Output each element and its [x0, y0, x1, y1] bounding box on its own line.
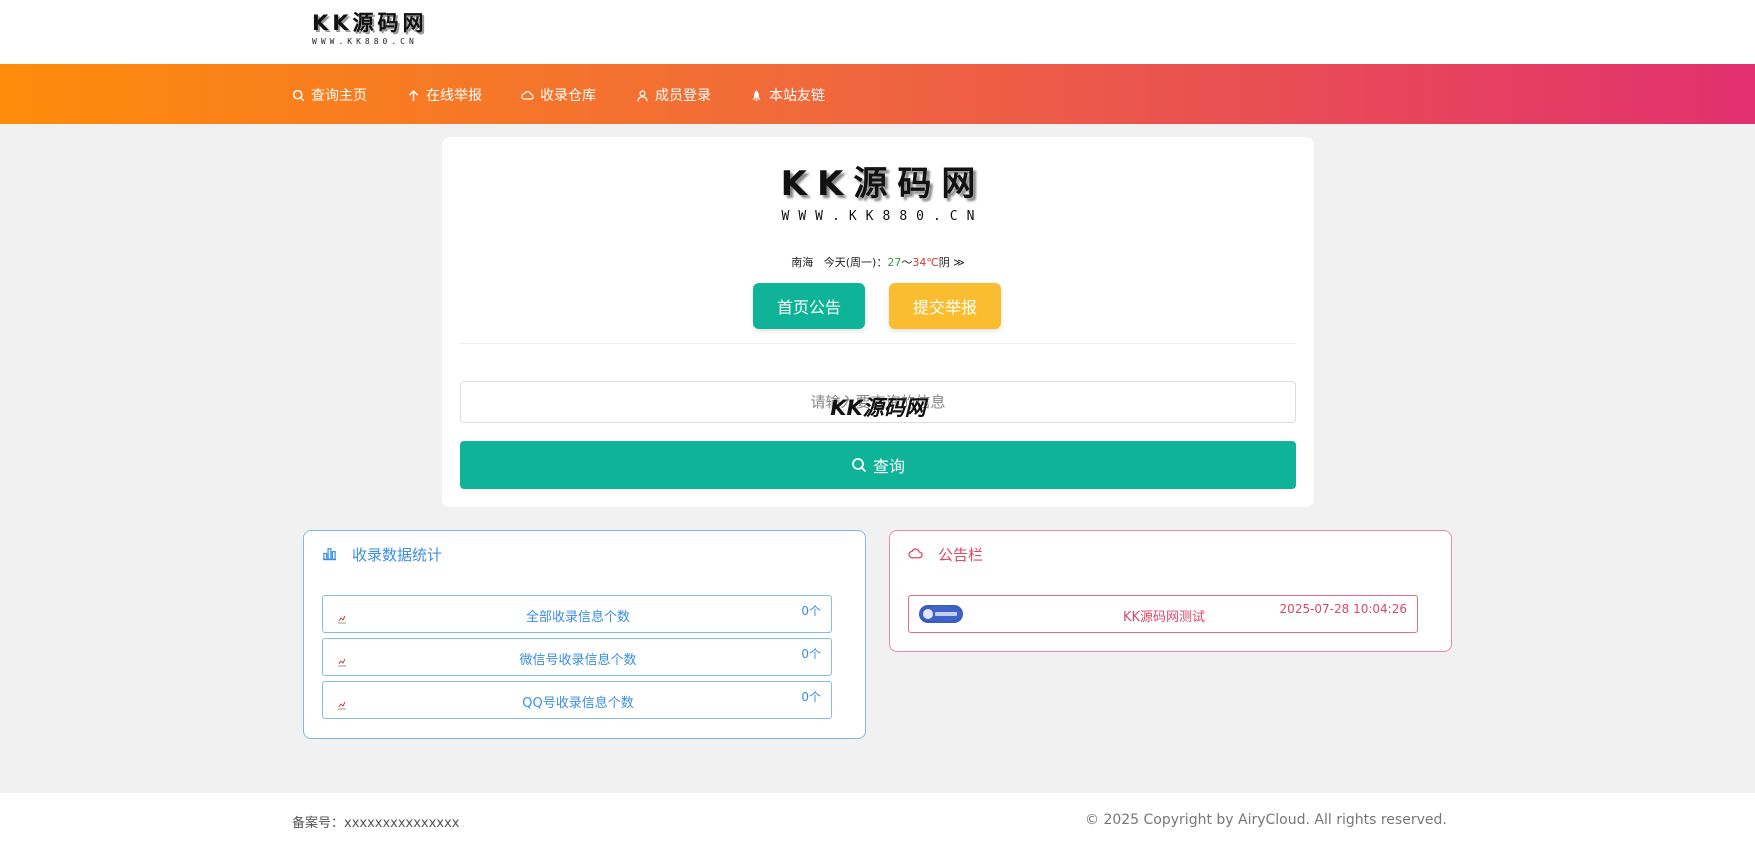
weather-low: 27 [887, 256, 902, 269]
notice-item[interactable]: KK源码网测试 2025-07-28 10:04:26 [908, 595, 1418, 633]
search-icon [291, 88, 305, 102]
cloud-icon [908, 546, 924, 562]
site-logo-url: WWW.KK880.CN [312, 37, 418, 46]
nav-item-label: 本站友链 [769, 88, 825, 104]
stat-count: 0个 [801, 647, 821, 661]
weather-high: 34℃ [912, 256, 939, 269]
search-card: KK源码网 WWW.KK880.CN 南海 今天(周一)：27～34℃阴 ≫ 首… [442, 137, 1314, 507]
main-logo-url: WWW.KK880.CN [781, 209, 984, 224]
search-input[interactable] [460, 381, 1296, 423]
nav-item-friend-links[interactable]: 本站友链 [749, 84, 825, 106]
stats-panel: 收录数据统计 全部收录信息个数 0个 微信号收录信息个数 0个 QQ号收录信息个… [303, 530, 866, 739]
nav-item-label: 在线举报 [426, 88, 482, 104]
weather-condition: 阴 [938, 256, 950, 269]
site-logo[interactable]: KK源码网 WWW.KK880.CN [312, 10, 428, 48]
notice-item-time: 2025-07-28 10:04:26 [1279, 602, 1407, 616]
nav-item-query-home[interactable]: 查询主页 [291, 84, 367, 106]
footer: 备案号：xxxxxxxxxxxxxxx © 2025 Copyright by … [0, 793, 1755, 848]
divider [460, 343, 1296, 344]
notice-panel-title-text: 公告栏 [938, 545, 984, 564]
stat-count: 0个 [801, 690, 821, 704]
weather-city: 南海 [791, 256, 814, 269]
nav-item-member-login[interactable]: 成员登录 [635, 84, 711, 106]
weather-more-icon: ≫ [953, 256, 965, 269]
stat-row-qq[interactable]: QQ号收录信息个数 0个 [322, 681, 832, 719]
query-button[interactable]: 查询 [460, 441, 1296, 489]
nav-item-label: 成员登录 [655, 88, 711, 104]
nav-item-label: 收录仓库 [540, 88, 596, 104]
nav-bar: 查询主页 在线举报 收录仓库 成员登录 本站友链 [0, 64, 1755, 124]
site-logo-title: KK源码网 [312, 11, 428, 35]
bar-chart-icon [322, 546, 338, 562]
weather-sep: ～ [901, 256, 913, 269]
stat-count: 0个 [801, 604, 821, 618]
user-icon [635, 88, 649, 102]
stats-panel-title: 收录数据统计 [322, 543, 442, 565]
search-icon [852, 458, 866, 472]
weather-day: 今天(周一)： [823, 256, 888, 269]
stats-panel-title-text: 收录数据统计 [352, 545, 443, 564]
top-bar: KK源码网 WWW.KK880.CN [0, 0, 1755, 64]
main-logo-title: KK源码网 [780, 164, 986, 204]
nav-item-online-report[interactable]: 在线举报 [406, 84, 482, 106]
notice-panel-title: 公告栏 [908, 543, 983, 565]
copyright-text: © 2025 Copyright by AiryCloud. All right… [1085, 812, 1447, 828]
submit-report-button[interactable]: 提交举报 [889, 283, 1001, 329]
weather-widget[interactable]: 南海 今天(周一)：27～34℃阴 ≫ [442, 254, 1314, 270]
arrow-up-icon [406, 88, 420, 102]
icp-record[interactable]: 备案号：xxxxxxxxxxxxxxx [292, 812, 459, 831]
main-logo: KK源码网 WWW.KK880.CN [442, 163, 1314, 224]
stat-row-wechat[interactable]: 微信号收录信息个数 0个 [322, 638, 832, 676]
stat-label: QQ号收录信息个数 [522, 696, 634, 711]
nav-item-label: 查询主页 [311, 88, 367, 104]
cloud-icon [520, 88, 534, 102]
stat-label: 全部收录信息个数 [525, 610, 630, 625]
notice-panel: 公告栏 KK源码网测试 2025-07-28 10:04:26 [889, 530, 1452, 652]
rocket-icon [749, 88, 763, 102]
nav-item-repository[interactable]: 收录仓库 [520, 84, 596, 106]
home-notice-button[interactable]: 首页公告 [753, 283, 865, 329]
stat-row-all[interactable]: 全部收录信息个数 0个 [322, 595, 832, 633]
query-button-label: 查询 [872, 457, 905, 476]
stat-label: 微信号收录信息个数 [519, 653, 637, 668]
